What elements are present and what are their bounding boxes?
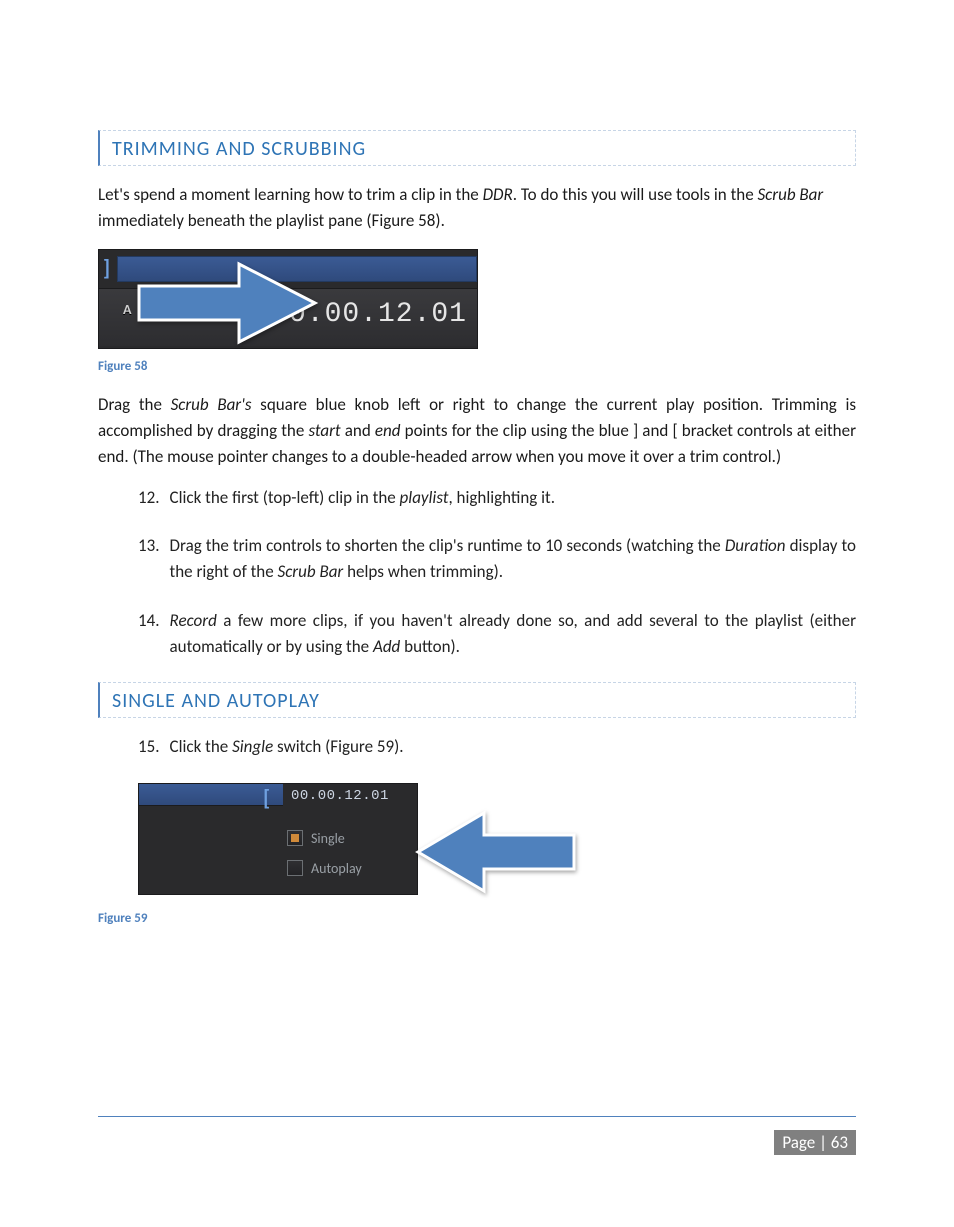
figure-58-image: ] A 00.00.12.01 — [98, 249, 478, 349]
steps-list: 12. Click the first (top-left) clip in t… — [98, 485, 856, 661]
text: immediately beneath the playlist pane (F… — [98, 210, 445, 231]
scrub-bars-term: Scrub Bar's — [171, 394, 252, 415]
playlist-term: playlist — [400, 487, 449, 508]
text: Click the first (top-left) clip in the — [170, 487, 400, 508]
step-text: Click the Single switch (Figure 59). — [170, 734, 404, 760]
figure-59-image: [ 00.00.12.01 Single Autoplay — [138, 783, 418, 895]
figure-59-caption: Figure 59 — [98, 911, 856, 926]
text: Drag the trim controls to shorten the cl… — [170, 535, 725, 556]
step-number: 12. — [138, 485, 160, 511]
text: a few more clips, if you haven't already… — [170, 610, 856, 657]
intro-paragraph: Let's spend a moment learning how to tri… — [98, 182, 856, 235]
start-bracket-icon[interactable]: ] — [103, 254, 110, 281]
timecode-display: 00.00.12.01 — [291, 788, 389, 804]
steps-list-2: 15. Click the Single switch (Figure 59). — [98, 734, 856, 760]
duration-term: Duration — [725, 535, 786, 556]
step-text: Drag the trim controls to shorten the cl… — [170, 533, 856, 586]
page-number: Page | 63 — [774, 1130, 856, 1155]
text: Let's spend a moment learning how to tri… — [98, 184, 483, 205]
list-item: 15. Click the Single switch (Figure 59). — [98, 734, 856, 760]
text: Click the — [170, 736, 233, 757]
figure-58-caption: Figure 58 — [98, 359, 856, 374]
heading-trimming: TRIMMING AND SCRUBBING — [98, 130, 856, 166]
page-container: TRIMMING AND SCRUBBING Let's spend a mom… — [0, 0, 954, 1227]
scrub-bar-term: Scrub Bar — [278, 561, 344, 582]
footer-rule — [98, 1116, 856, 1117]
step-text: Record a few more clips, if you haven't … — [170, 608, 856, 661]
step-number: 15. — [138, 734, 160, 760]
single-term: Single — [232, 736, 273, 757]
step-text: Click the first (top-left) clip in the p… — [170, 485, 556, 511]
text: button). — [400, 636, 460, 657]
heading-single-autoplay: SINGLE AND AUTOPLAY — [98, 682, 856, 718]
text: Drag the — [98, 394, 171, 415]
scrub-bar-term: Scrub Bar — [758, 184, 824, 205]
end-bracket-icon[interactable]: [ — [263, 784, 270, 811]
step-number: 14. — [138, 608, 160, 661]
add-term: Add — [373, 636, 400, 657]
text: switch (Figure 59). — [273, 736, 403, 757]
callout-arrow-icon — [414, 809, 584, 895]
record-term: Record — [170, 610, 217, 631]
callout-arrow-icon — [129, 260, 319, 346]
drag-paragraph: Drag the Scrub Bar's square blue knob le… — [98, 392, 856, 471]
list-item: 14. Record a few more clips, if you have… — [98, 608, 856, 661]
text: helps when trimming). — [343, 561, 503, 582]
single-label: Single — [311, 830, 345, 847]
single-checkbox[interactable] — [287, 830, 303, 846]
list-item: 13. Drag the trim controls to shorten th… — [98, 533, 856, 586]
single-switch-row[interactable]: Single — [287, 830, 345, 847]
step-number: 13. — [138, 533, 160, 586]
autoplay-checkbox[interactable] — [287, 860, 303, 876]
autoplay-label: Autoplay — [311, 860, 362, 877]
list-item: 12. Click the first (top-left) clip in t… — [98, 485, 856, 511]
end-term: end — [375, 420, 401, 441]
text: . To do this you will use tools in the — [513, 184, 758, 205]
start-term: start — [308, 420, 340, 441]
text: and — [341, 420, 375, 441]
ddr-term: DDR — [483, 184, 513, 205]
text: , highlighting it. — [448, 487, 555, 508]
scrub-bar-track[interactable] — [139, 784, 283, 806]
autoplay-switch-row[interactable]: Autoplay — [287, 860, 362, 877]
